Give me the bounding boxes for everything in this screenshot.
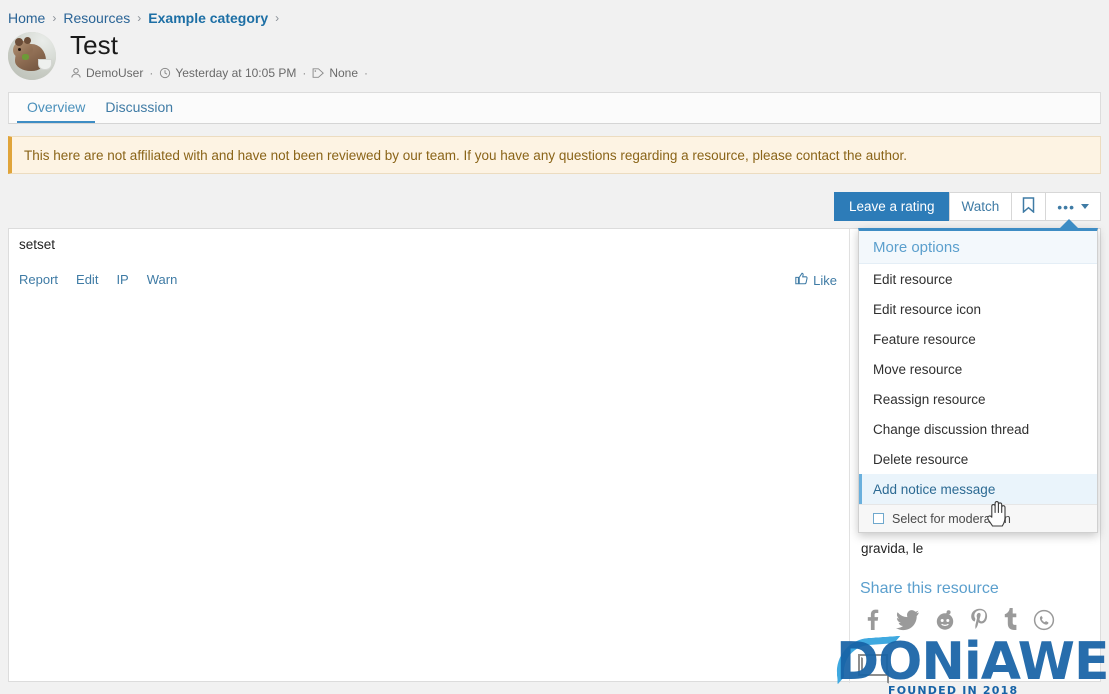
watch-button[interactable]: Watch — [948, 192, 1013, 221]
bookmark-button[interactable] — [1011, 192, 1047, 221]
dropdown-arrow-icon — [1060, 219, 1078, 228]
menu-item-move-resource[interactable]: Move resource — [859, 354, 1097, 384]
menu-item-label: Move resource — [873, 361, 963, 377]
chevron-down-icon — [1081, 204, 1089, 209]
meta-separator: · — [149, 66, 154, 80]
post-link-edit[interactable]: Edit — [76, 272, 98, 287]
menu-item-label: Add notice message — [873, 481, 996, 497]
page-root: Home › Resources › Example category › Te… — [0, 0, 1109, 694]
breadcrumb-separator: › — [137, 11, 142, 25]
user-icon — [70, 67, 82, 79]
post-link-report[interactable]: Report — [19, 272, 58, 287]
avatar[interactable] — [8, 32, 56, 80]
leave-a-rating-label: Leave a rating — [848, 199, 935, 214]
tag-value: None — [329, 66, 359, 80]
menu-item-add-notice-message[interactable]: Add notice message — [859, 474, 1097, 504]
like-label: Like — [813, 272, 837, 288]
leave-a-rating-button[interactable]: Leave a rating — [833, 192, 950, 221]
author-meta: DemoUser — [70, 66, 143, 80]
menu-item-edit-resource[interactable]: Edit resource — [859, 264, 1097, 294]
menu-item-feature-resource[interactable]: Feature resource — [859, 324, 1097, 354]
notice-banner: This here are not affiliated with and ha… — [8, 136, 1101, 174]
menu-item-delete-resource[interactable]: Delete resource — [859, 444, 1097, 474]
ellipsis-icon: ••• — [1057, 198, 1075, 215]
breadcrumb-separator-trailing: › — [275, 11, 280, 25]
column-divider — [849, 229, 850, 683]
date-text[interactable]: Yesterday at 10:05 PM — [175, 66, 296, 80]
breadcrumb-item-resources[interactable]: Resources — [63, 10, 130, 26]
tab-overview-label: Overview — [27, 99, 86, 115]
whatsapp-icon[interactable] — [1033, 609, 1055, 631]
page-title: Test — [70, 30, 119, 60]
facebook-icon[interactable] — [862, 609, 882, 631]
share-this-resource-title: Share this resource — [860, 580, 999, 597]
watch-label: Watch — [961, 199, 1000, 214]
mouse-cursor — [985, 498, 1009, 531]
tumblr-icon[interactable] — [1004, 608, 1019, 631]
dropdown-header: More options — [859, 231, 1097, 264]
more-options-dropdown: More options Edit resource Edit resource… — [858, 228, 1098, 533]
share-icon-row — [862, 608, 1055, 631]
tab-bar: Overview Discussion — [8, 92, 1101, 124]
pinterest-icon[interactable] — [970, 608, 990, 631]
breadcrumb-item-example-category[interactable]: Example category — [148, 10, 268, 26]
post-action-links: Report Edit IP Warn — [19, 272, 177, 287]
author-name[interactable]: DemoUser — [86, 66, 143, 80]
menu-item-label: Feature resource — [873, 331, 976, 347]
action-button-row: Leave a rating Watch ••• — [833, 192, 1101, 221]
bookmark-icon — [1022, 197, 1035, 216]
tab-discussion-label: Discussion — [105, 99, 174, 115]
tag-icon — [312, 67, 325, 79]
menu-item-edit-resource-icon[interactable]: Edit resource icon — [859, 294, 1097, 324]
select-for-moderation-row[interactable]: Select for moderation — [859, 504, 1097, 532]
twitter-icon[interactable] — [896, 609, 920, 631]
tab-discussion[interactable]: Discussion — [95, 93, 183, 123]
notice-text: This here are not affiliated with and ha… — [24, 147, 908, 163]
more-options-button[interactable]: ••• — [1045, 192, 1101, 221]
post-link-warn[interactable]: Warn — [147, 272, 178, 287]
select-for-moderation-checkbox[interactable] — [873, 513, 884, 524]
menu-item-reassign-resource[interactable]: Reassign resource — [859, 384, 1097, 414]
date-meta: Yesterday at 10:05 PM — [159, 66, 296, 80]
reddit-icon[interactable] — [934, 609, 956, 631]
breadcrumb-separator: › — [52, 11, 57, 25]
post-body: setset — [19, 237, 56, 252]
meta-separator: · — [302, 66, 307, 80]
menu-item-label: Edit resource icon — [873, 301, 982, 317]
tag-meta: None — [312, 66, 358, 80]
resource-header: Test DemoUser · Yesterday at 10:05 PM · — [8, 30, 374, 80]
post-link-ip[interactable]: IP — [116, 272, 128, 287]
thumbs-up-icon — [795, 272, 808, 288]
menu-item-label: Edit resource — [873, 271, 953, 287]
breadcrumb-item-home[interactable]: Home — [8, 10, 45, 26]
tab-overview[interactable]: Overview — [17, 93, 96, 123]
sidebar-excerpt: gravida, le — [861, 541, 924, 556]
menu-item-label: Reassign resource — [873, 391, 986, 407]
menu-item-change-discussion-thread[interactable]: Change discussion thread — [859, 414, 1097, 444]
like-button[interactable]: Like — [795, 272, 837, 288]
breadcrumb: Home › Resources › Example category › — [8, 8, 286, 28]
watermark-subtitle: FOUNDED IN 2018 — [888, 684, 1019, 694]
meta-separator-trailing: · — [364, 66, 369, 80]
menu-item-label: Change discussion thread — [873, 421, 1030, 437]
clock-icon — [159, 67, 171, 79]
menu-item-label: Delete resource — [873, 451, 969, 467]
resource-meta: DemoUser · Yesterday at 10:05 PM · None … — [70, 66, 374, 80]
